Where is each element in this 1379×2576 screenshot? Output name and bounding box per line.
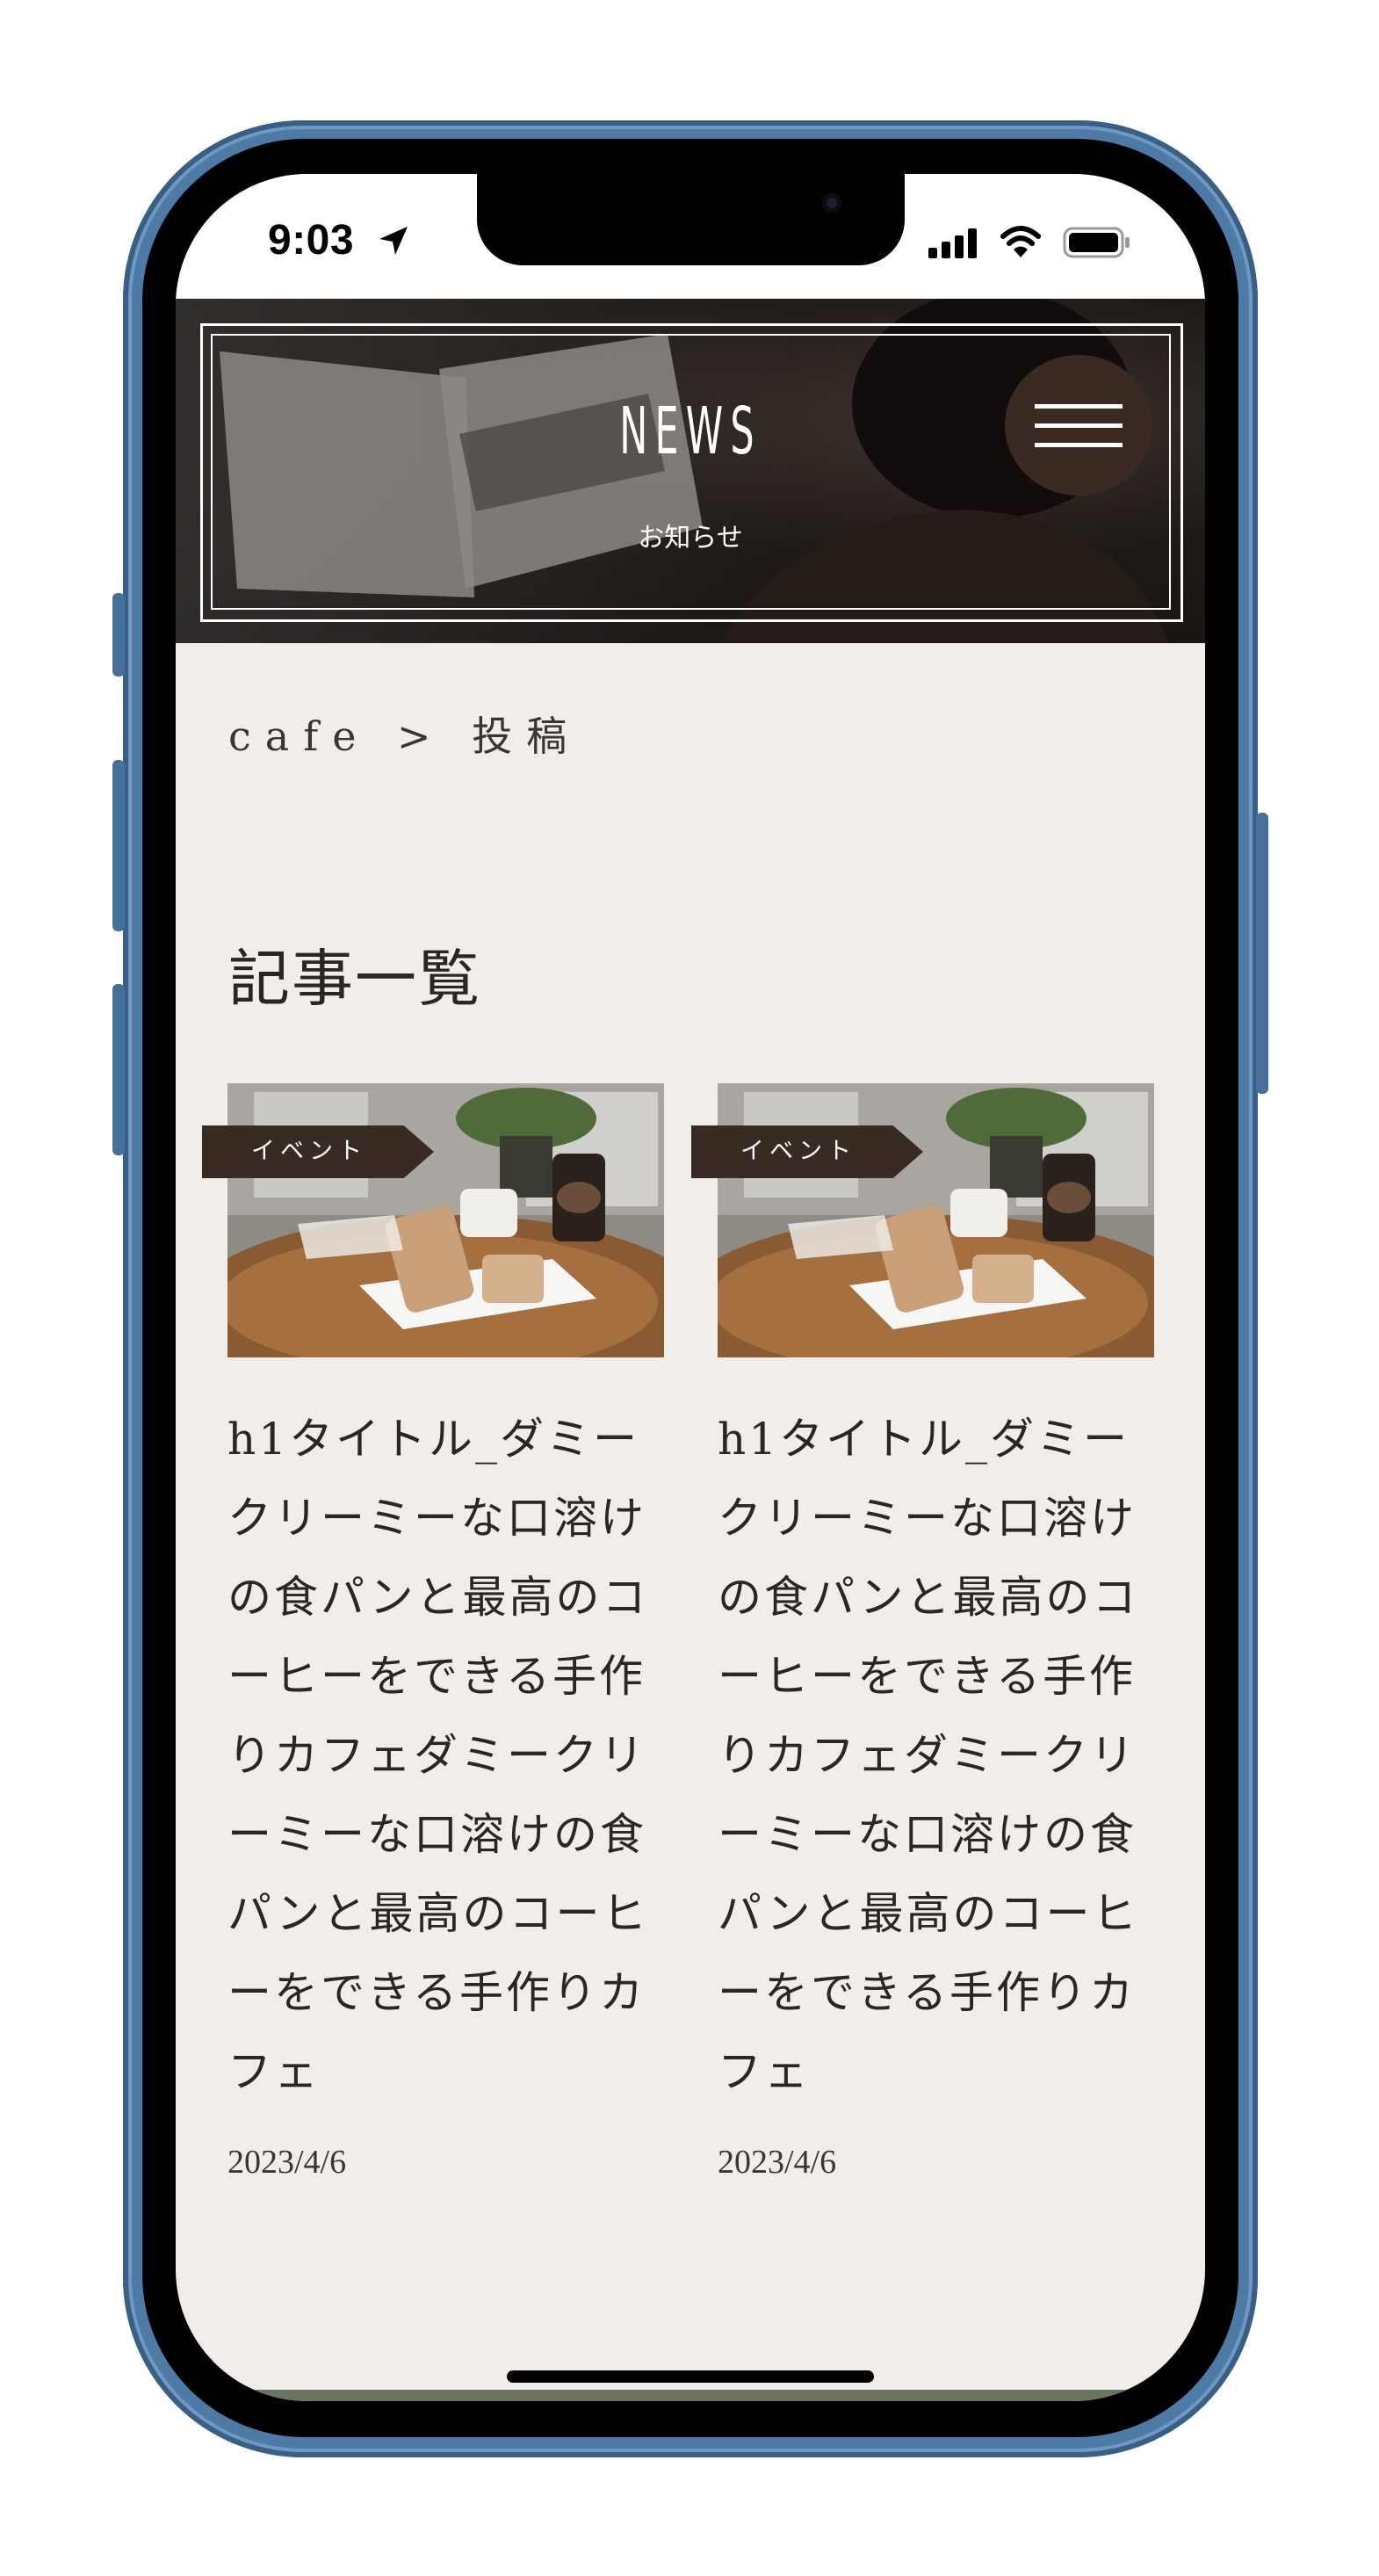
wifi-icon [1000,226,1041,257]
notch [477,174,905,265]
post-title[interactable]: h1タイトル_ダミークリーミーな口溶けの食パンと最高のコーヒーをできる手作りカフ… [718,1400,1154,2111]
category-badge[interactable]: イベント [691,1125,923,1178]
next-post-thumbnails-peek [246,2390,1133,2401]
front-camera [822,193,841,213]
signal-icon [928,228,977,258]
power-button [1256,813,1268,1094]
breadcrumb[interactable]: cafe > 投稿 [228,705,581,763]
home-indicator[interactable] [507,2370,874,2383]
page-subtitle: お知らせ [638,523,743,554]
status-time: 9:03 [268,217,355,264]
volume-down-button [112,984,125,1155]
category-badge[interactable]: イベント [202,1125,434,1178]
post-date: 2023/4/6 [227,2144,347,2181]
hero-banner: NEWS お知らせ [176,299,1205,643]
hamburger-line [1035,423,1123,428]
battery-icon [1063,227,1130,258]
hamburger-menu-icon [1035,404,1123,409]
post-thumbnail-image [718,1083,1154,1357]
page-title: NEWS [619,394,762,469]
section-title: 記事一覧 [228,943,481,1015]
status-bar: 9:03 [176,174,1205,299]
post-thumbnail[interactable] [227,1083,664,1357]
hamburger-menu-button[interactable] [1005,355,1152,496]
volume-up-button [112,760,125,931]
post-card[interactable]: h1タイトル_ダミークリーミーな口溶けの食パンと最高のコーヒーをできる手作りカフ… [718,1083,1154,2182]
phone-screen: 9:03 NEWS お知らせ cafe > 投稿 記事一覧 h1タイトル_ダミー… [176,174,1205,2401]
post-card[interactable]: h1タイトル_ダミークリーミーな口溶けの食パンと最高のコーヒーをできる手作りカフ… [227,1083,664,2182]
post-title[interactable]: h1タイトル_ダミークリーミーな口溶けの食パンと最高のコーヒーをできる手作りカフ… [227,1400,664,2111]
hamburger-line [1035,443,1123,447]
post-thumbnail[interactable] [718,1083,1154,1357]
action-button [112,593,125,677]
post-date: 2023/4/6 [718,2144,837,2181]
location-arrow-icon [379,227,408,255]
post-thumbnail-image [227,1083,664,1357]
